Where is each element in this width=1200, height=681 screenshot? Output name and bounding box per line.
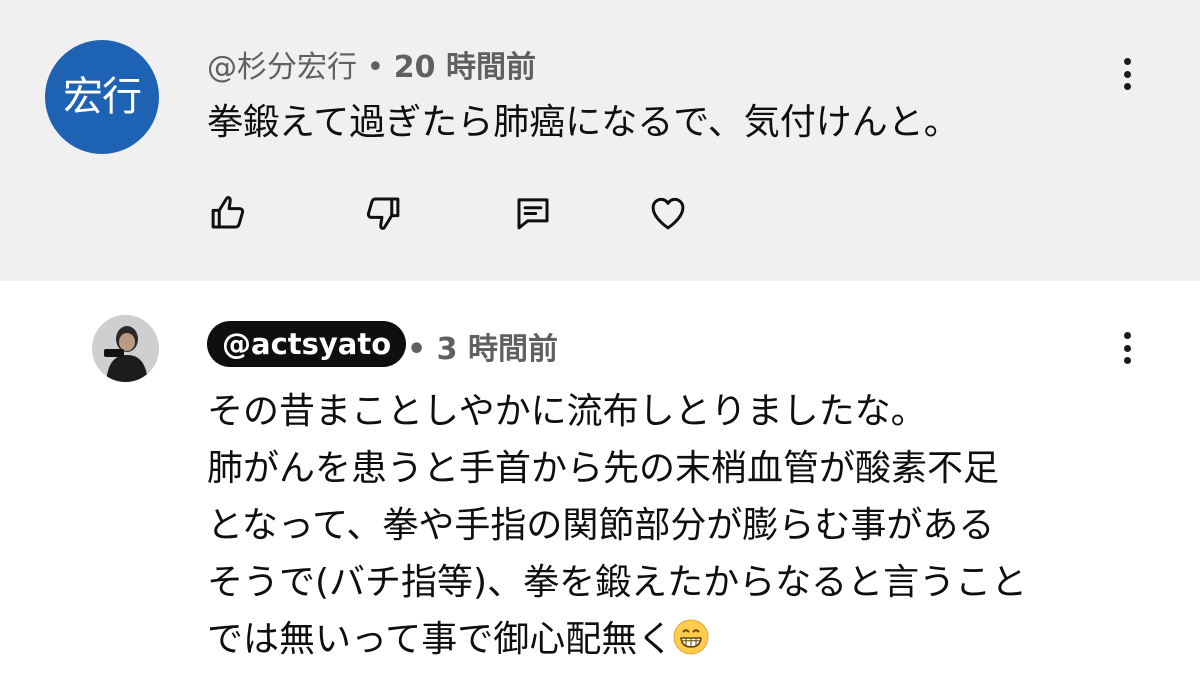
- reply-button[interactable]: [510, 190, 556, 236]
- grinning-face-icon: [673, 619, 709, 655]
- comment-more-button[interactable]: [1112, 58, 1142, 90]
- dot-icon: [1123, 332, 1131, 339]
- reply-line: 肺がんを患うと手首から先の末梢血管が酸素不足: [207, 448, 1000, 489]
- like-button[interactable]: [205, 190, 251, 236]
- reply-text: その昔まことしやかに流布しとりましたな。 肺がんを患うと手首から先の末梢血管が酸…: [207, 383, 1137, 668]
- reply-line: となって、拳や手指の関節部分が膨らむ事がある: [207, 505, 995, 546]
- reply-author-badge[interactable]: @actsyato: [207, 321, 407, 367]
- dot-icon: [1123, 357, 1131, 364]
- dot-icon: [1123, 70, 1131, 78]
- reply-avatar[interactable]: [92, 315, 159, 382]
- reply-line-last: では無いって事で御心配無く: [207, 611, 1137, 668]
- comment-author[interactable]: @杉分宏行: [207, 50, 357, 85]
- commenter-avatar[interactable]: 宏行: [45, 40, 159, 154]
- reply-meta: • 3 時間前: [407, 324, 558, 368]
- reply-time: 3 時間前: [436, 332, 558, 367]
- reply-comment-icon: [517, 198, 549, 230]
- meta-separator: •: [407, 332, 427, 367]
- dot-icon: [1123, 344, 1131, 352]
- meta-separator: •: [366, 50, 385, 85]
- dislike-button[interactable]: [360, 190, 406, 236]
- reply-line: では無いって事で御心配無く: [207, 619, 674, 660]
- dot-icon: [1123, 58, 1131, 65]
- comment-time: 20 時間前: [393, 50, 536, 85]
- reply-line: その昔まことしやかに流布しとりましたな。: [207, 391, 927, 432]
- thumbs-down-icon: [366, 197, 400, 230]
- reply-more-button[interactable]: [1112, 332, 1142, 364]
- heart-icon: [651, 197, 685, 230]
- comment-actions: [205, 190, 705, 236]
- comment-text: 拳鍛えて過ぎたら肺癌になるで、気付けんと。: [207, 102, 960, 143]
- heart-button[interactable]: [645, 190, 691, 236]
- person-photo-icon: [92, 315, 159, 382]
- dot-icon: [1123, 83, 1131, 90]
- reply-line: そうで(バチ指等)、拳を鍛えたからなると言うこと: [207, 562, 1028, 603]
- comment-meta: @杉分宏行 • 20 時間前: [207, 42, 536, 86]
- thumbs-up-icon: [211, 196, 245, 229]
